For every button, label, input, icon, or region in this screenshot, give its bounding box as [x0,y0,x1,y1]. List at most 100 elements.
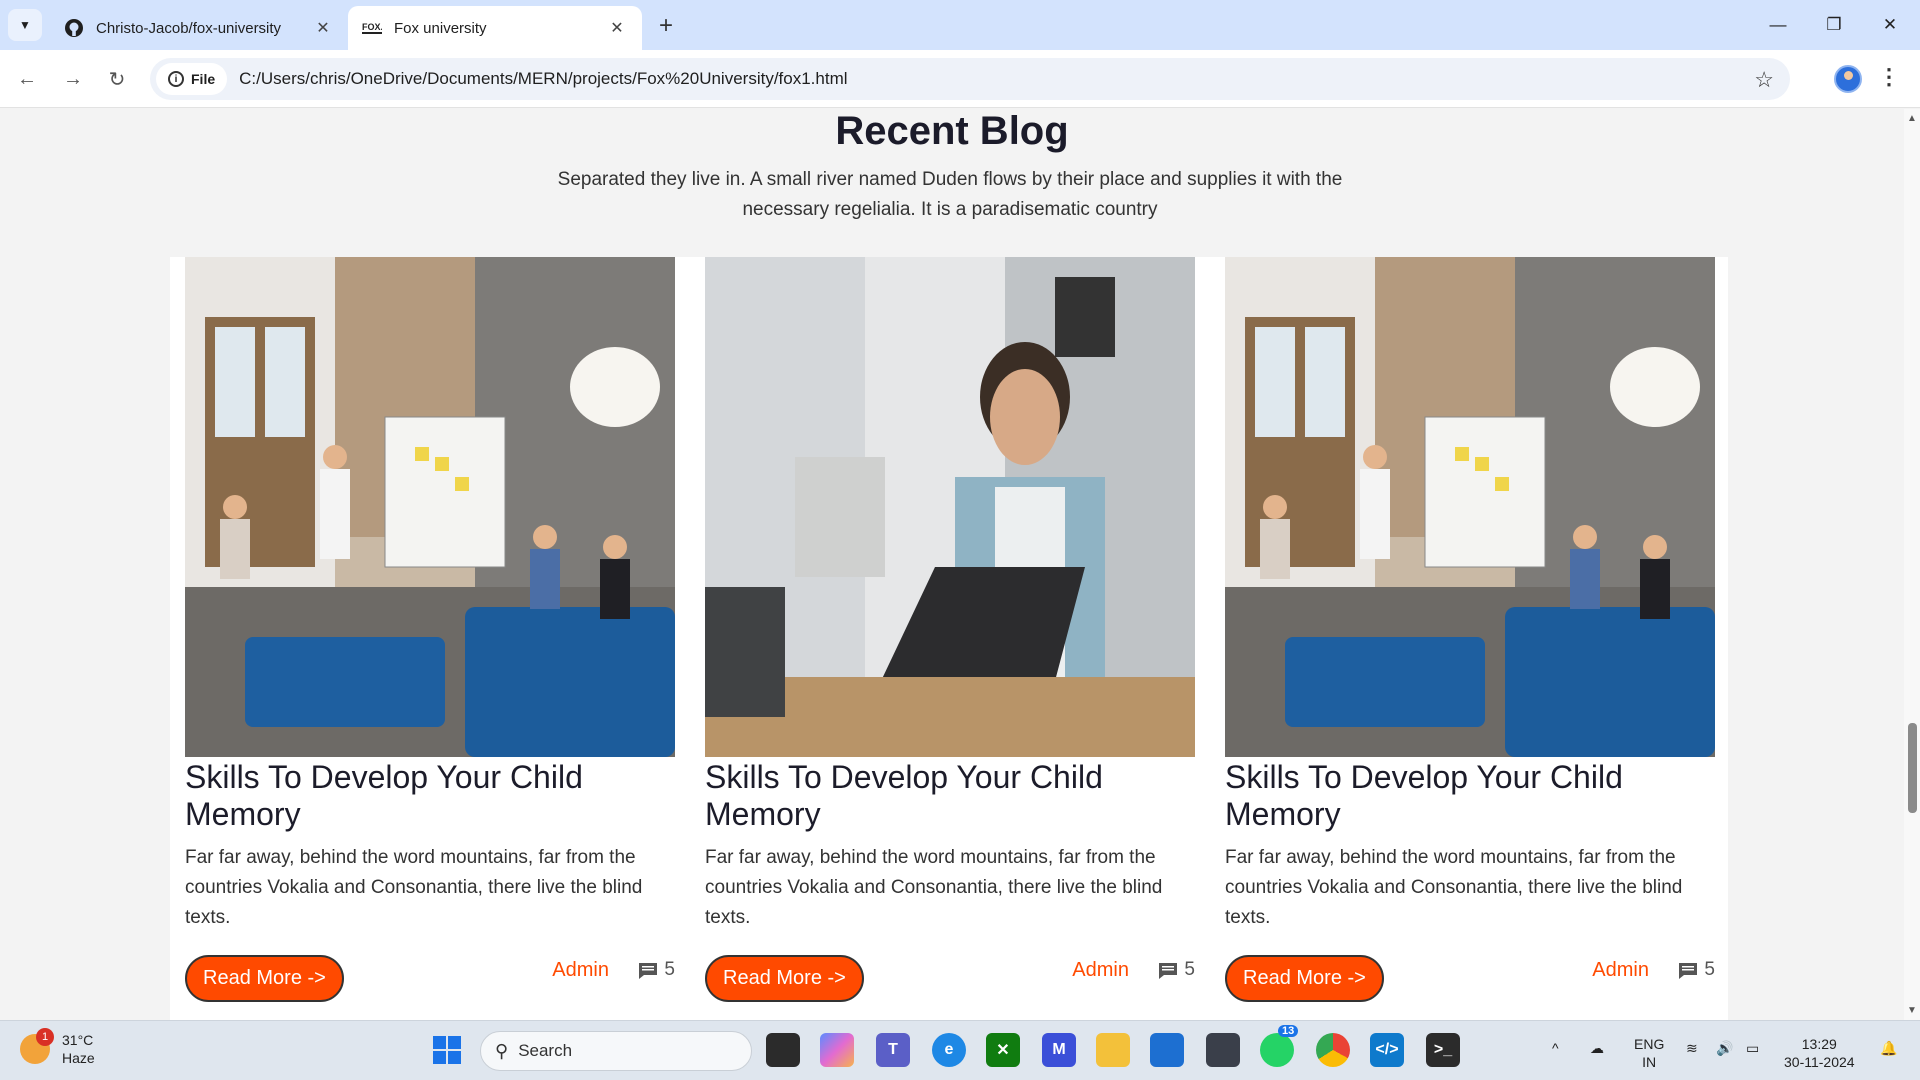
blog-image-team-meeting[interactable] [185,257,675,757]
blog-card-excerpt: Far far away, behind the word mountains,… [1225,847,1683,928]
url-scheme-label: File [191,71,216,87]
notification-badge: 1 [36,1028,54,1046]
terminal-icon[interactable]: >_ [1426,1033,1460,1067]
edge-icon[interactable]: e [932,1033,966,1067]
site-info-chip[interactable]: i File [156,63,228,95]
browser-menu-icon[interactable]: ⋮ [1878,64,1900,90]
microsoft-store-icon[interactable] [1150,1033,1184,1067]
bookmark-star-icon[interactable]: ☆ [1754,67,1774,93]
clock[interactable]: 13:29 30-11-2024 [1784,1035,1855,1071]
copilot-icon[interactable] [820,1033,854,1067]
onedrive-icon[interactable]: ☁ [1590,1039,1604,1057]
blog-card: Skills To Develop Your Child Memory Far … [705,257,1195,1005]
task-view-icon[interactable] [766,1033,800,1067]
blog-card-footer: Read More -> Admin 5 [185,955,675,1005]
whatsapp-icon[interactable]: 13 [1260,1025,1299,1067]
close-window-button[interactable]: ✕ [1862,0,1918,50]
wifi-icon[interactable]: ≋ [1686,1039,1698,1057]
blog-card-excerpt: Far far away, behind the word mountains,… [185,847,643,928]
windows-taskbar: 1 31°C Haze ⚲ Search T e ✕ M 13 </> >_ ^… [0,1020,1920,1080]
reload-icon: ↻ [108,68,126,91]
new-tab-button[interactable]: + [652,12,680,40]
browser-tabstrip: ▼ Christo-Jacob/fox-university ✕ FOX. Fo… [0,0,1920,50]
search-icon: ⚲ [495,1040,509,1061]
read-more-button[interactable]: Read More -> [1225,955,1384,1002]
region-label: IN [1642,1054,1657,1070]
language-indicator[interactable]: ENG IN [1634,1035,1664,1071]
browser-toolbar: ← → ↻ i File C:/Users/chris/OneDrive/Doc… [0,50,1920,108]
clock-time: 13:29 [1801,1036,1837,1052]
back-button[interactable]: ← [10,62,44,96]
notification-bell-icon[interactable]: 🔔 [1880,1039,1897,1057]
author-link[interactable]: Admin [1072,959,1129,982]
chevron-down-icon: ▼ [19,18,31,32]
teams-icon[interactable]: T [876,1033,910,1067]
page-scrollbar[interactable]: ▲ ▼ [1904,109,1920,1020]
virtualbox-icon[interactable] [1206,1033,1240,1067]
blog-card: Skills To Develop Your Child Memory Far … [1225,257,1715,1005]
tab-fox-university[interactable]: FOX. Fox university ✕ [348,6,642,50]
arrow-right-icon: → [63,67,83,90]
comment-icon [1158,962,1178,979]
arrow-left-icon: ← [17,67,37,90]
restore-button[interactable]: ❐ [1806,0,1862,50]
weather-temperature: 31°C [62,1032,94,1048]
comment-count-value: 5 [664,959,675,980]
scroll-up-icon[interactable]: ▲ [1907,113,1917,124]
blog-card-title[interactable]: Skills To Develop Your Child Memory [1225,759,1715,833]
chrome-icon[interactable] [1316,1033,1350,1067]
mathpix-icon[interactable]: M [1042,1033,1076,1067]
file-explorer-icon[interactable] [1096,1033,1130,1067]
comment-count-value: 5 [1184,959,1195,980]
volume-icon[interactable]: 🔊 [1716,1039,1733,1057]
language-label: ENG [1634,1036,1665,1052]
windows-start-icon[interactable] [430,1033,464,1067]
taskbar-search-box[interactable]: ⚲ Search [480,1031,752,1071]
battery-icon[interactable]: ▭ [1746,1039,1759,1057]
blog-card-title[interactable]: Skills To Develop Your Child Memory [185,759,675,833]
close-tab-icon[interactable]: ✕ [606,17,628,39]
blog-card-footer: Read More -> Admin 5 [1225,955,1715,1005]
tab-title: Christo-Jacob/fox-university [96,19,282,37]
comment-count-value: 5 [1704,959,1715,980]
taskbar-search-placeholder: Search [518,1041,573,1060]
tab-search-button[interactable]: ▼ [8,9,42,41]
author-link[interactable]: Admin [552,959,609,982]
blog-card-excerpt: Far far away, behind the word mountains,… [705,847,1163,928]
page-viewport: Recent Blog Separated they live in. A sm… [0,109,1904,1020]
vscode-icon[interactable]: </> [1370,1033,1404,1067]
blog-card: Skills To Develop Your Child Memory Far … [185,257,675,1005]
comment-count[interactable]: 5 [1678,959,1715,981]
comment-icon [638,962,658,979]
minimize-button[interactable]: — [1750,0,1806,50]
show-hidden-icons-chevron[interactable]: ^ [1552,1039,1559,1057]
info-icon: i [168,71,184,87]
url-text[interactable]: C:/Users/chris/OneDrive/Documents/MERN/p… [239,69,847,89]
blog-card-title[interactable]: Skills To Develop Your Child Memory [705,759,1195,833]
blog-image-man-headphones[interactable] [705,257,1195,757]
section-subtitle: Separated they live in. A small river na… [557,169,1343,220]
weather-widget[interactable]: 1 31°C Haze [20,1028,95,1067]
github-icon [64,18,84,38]
comment-count[interactable]: 5 [638,959,675,981]
xbox-icon[interactable]: ✕ [986,1033,1020,1067]
reload-button[interactable]: ↻ [100,62,134,96]
scroll-down-icon[interactable]: ▼ [1907,1005,1917,1016]
read-more-button[interactable]: Read More -> [185,955,344,1002]
whatsapp-badge: 13 [1278,1025,1299,1037]
section-title: Recent Blog [835,109,1069,153]
author-link[interactable]: Admin [1592,959,1649,982]
tab-title: Fox university [394,19,487,37]
tab-github[interactable]: Christo-Jacob/fox-university ✕ [50,6,348,50]
address-bar[interactable]: i File C:/Users/chris/OneDrive/Documents… [150,58,1790,100]
blog-image-team-meeting[interactable] [1225,257,1715,757]
clock-date: 30-11-2024 [1784,1054,1855,1070]
weather-description: Haze [62,1050,95,1066]
read-more-button[interactable]: Read More -> [705,955,864,1002]
close-tab-icon[interactable]: ✕ [312,17,334,39]
scroll-thumb[interactable] [1908,723,1917,813]
comment-count[interactable]: 5 [1158,959,1195,981]
forward-button[interactable]: → [56,62,90,96]
profile-avatar[interactable] [1834,65,1862,93]
fox-logo-icon: FOX. [362,18,382,38]
